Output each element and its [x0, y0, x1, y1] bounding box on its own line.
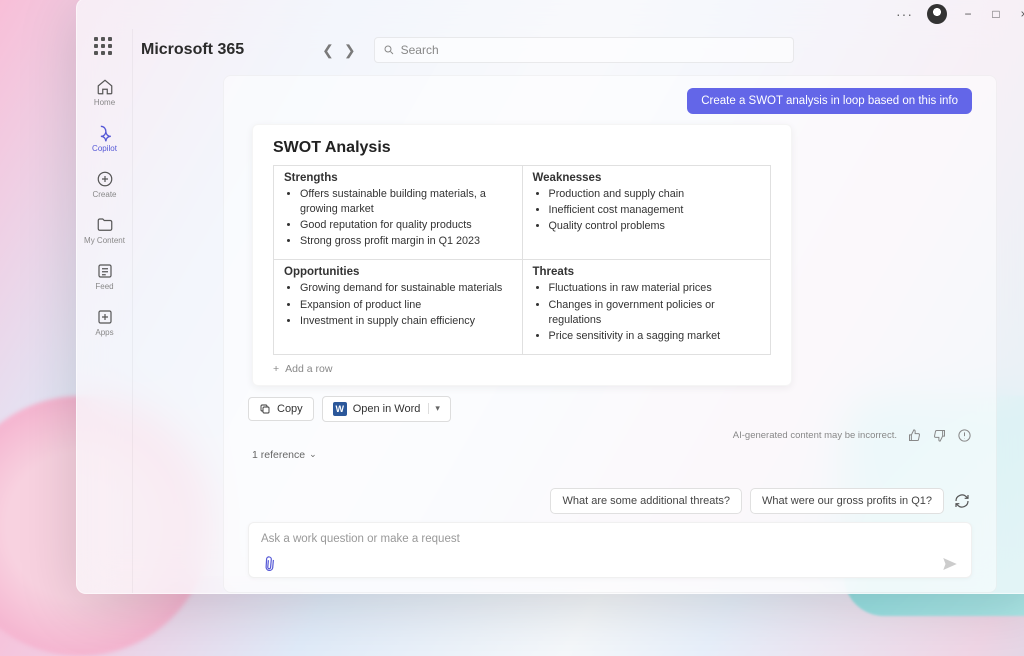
action-row: Copy W Open in Word ▾ — [248, 396, 972, 422]
open-in-word-button[interactable]: W Open in Word ▾ — [322, 396, 451, 422]
chat-input[interactable]: Ask a work question or make a request — [248, 522, 972, 578]
plus-icon: + — [273, 363, 279, 375]
list-item: Inefficient cost management — [549, 203, 761, 218]
header: Microsoft 365 ❮ ❯ Search — [133, 29, 1024, 71]
list-item: Price sensitivity in a sagging market — [549, 329, 761, 344]
nav-forward[interactable]: ❯ — [344, 42, 356, 59]
card-title: SWOT Analysis — [273, 139, 771, 157]
folder-icon — [95, 215, 115, 235]
suggestion-chip[interactable]: What were our gross profits in Q1? — [750, 488, 944, 514]
avatar[interactable] — [927, 4, 947, 24]
apps-icon — [95, 307, 115, 327]
strengths-heading: Strengths — [284, 172, 512, 184]
list-item: Quality control problems — [549, 219, 761, 234]
refresh-icon[interactable] — [952, 493, 972, 509]
list-item: Growing demand for sustainable materials — [300, 281, 512, 296]
word-icon: W — [333, 402, 347, 416]
opportunities-heading: Opportunities — [284, 266, 512, 278]
attach-icon[interactable] — [258, 553, 281, 576]
list-item: Changes in government policies or regula… — [549, 298, 761, 328]
window-minimize[interactable]: − — [961, 7, 975, 21]
list-item: Offers sustainable building materials, a… — [300, 187, 512, 217]
rail-item-feed[interactable]: Feed — [82, 257, 128, 295]
rail-item-apps[interactable]: Apps — [82, 303, 128, 341]
create-icon — [95, 169, 115, 189]
copilot-icon — [95, 123, 115, 143]
copy-icon — [259, 403, 271, 415]
strengths-list: Offers sustainable building materials, a… — [284, 187, 512, 249]
search-placeholder: Search — [401, 43, 439, 57]
chevron-down-icon[interactable]: ▾ — [428, 403, 440, 414]
list-item: Production and supply chain — [549, 187, 761, 202]
list-item: Expansion of product line — [300, 298, 512, 313]
rail-item-create[interactable]: Create — [82, 165, 128, 203]
feed-icon — [95, 261, 115, 281]
threats-list: Fluctuations in raw material prices Chan… — [533, 281, 761, 343]
rail-label-copilot: Copilot — [92, 144, 117, 153]
chat-panel: Create a SWOT analysis in loop based on … — [223, 75, 997, 593]
rail-label-create: Create — [92, 190, 116, 199]
app-window: ··· − □ × Home Copilot — [76, 0, 1024, 594]
search-icon — [383, 44, 395, 56]
thumbs-down-icon[interactable] — [932, 428, 947, 443]
rail-label-home: Home — [94, 98, 115, 107]
home-icon — [95, 77, 115, 97]
user-message: Create a SWOT analysis in loop based on … — [687, 88, 972, 114]
rail-item-copilot[interactable]: Copilot — [82, 119, 128, 157]
threats-heading: Threats — [533, 266, 761, 278]
add-row-button[interactable]: + Add a row — [273, 363, 771, 375]
references-toggle[interactable]: 1 reference ⌄ — [252, 449, 972, 461]
left-rail: Home Copilot Create My Content — [77, 29, 133, 593]
titlebar: ··· − □ × — [77, 0, 1024, 29]
list-item: Strong gross profit margin in Q1 2023 — [300, 234, 512, 249]
window-close[interactable]: × — [1017, 7, 1024, 21]
suggestions-row: What are some additional threats? What w… — [248, 484, 972, 522]
list-item: Investment in supply chain efficiency — [300, 314, 512, 329]
rail-label-apps: Apps — [95, 328, 113, 337]
disclaimer-text: AI-generated content may be incorrect. — [733, 430, 897, 441]
brand-label: Microsoft 365 — [141, 41, 244, 59]
weaknesses-heading: Weaknesses — [533, 172, 761, 184]
rail-label-mycontent: My Content — [84, 236, 125, 245]
chevron-down-icon: ⌄ — [309, 449, 317, 460]
search-input[interactable]: Search — [374, 37, 794, 63]
thumbs-up-icon[interactable] — [907, 428, 922, 443]
weaknesses-list: Production and supply chain Inefficient … — [533, 187, 761, 234]
rail-item-mycontent[interactable]: My Content — [82, 211, 128, 249]
send-icon[interactable] — [941, 555, 959, 573]
input-placeholder: Ask a work question or make a request — [261, 533, 460, 545]
list-item: Good reputation for quality products — [300, 218, 512, 233]
response-card: SWOT Analysis Strengths Offers sustainab… — [252, 124, 792, 386]
app-launcher-icon[interactable] — [94, 37, 116, 59]
nav-back[interactable]: ❮ — [322, 42, 334, 59]
rail-label-feed: Feed — [95, 282, 113, 291]
flag-icon[interactable] — [957, 428, 972, 443]
rail-item-home[interactable]: Home — [82, 73, 128, 111]
more-icon[interactable]: ··· — [896, 6, 913, 22]
suggestion-chip[interactable]: What are some additional threats? — [550, 488, 742, 514]
copy-button[interactable]: Copy — [248, 397, 314, 421]
opportunities-list: Growing demand for sustainable materials… — [284, 281, 512, 328]
list-item: Fluctuations in raw material prices — [549, 281, 761, 296]
window-maximize[interactable]: □ — [989, 7, 1003, 21]
swot-table: Strengths Offers sustainable building ma… — [273, 165, 771, 355]
